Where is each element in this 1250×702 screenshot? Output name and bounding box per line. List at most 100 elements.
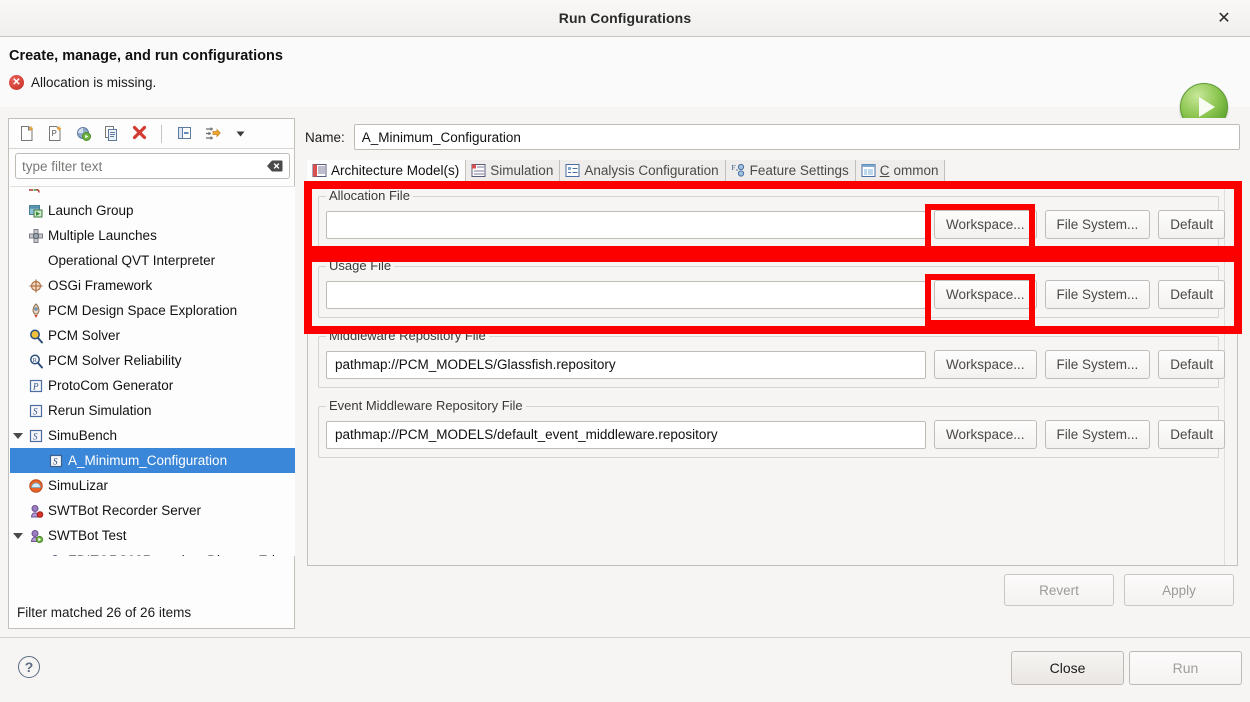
svg-text:P: P xyxy=(51,129,56,138)
group-title: Event Middleware Repository File xyxy=(326,398,526,413)
tab-label-mnemonic: C xyxy=(879,163,890,178)
list-item-label: PCM Design Space Exploration xyxy=(48,303,238,318)
usage-filesystem-button[interactable]: File System... xyxy=(1044,280,1151,309)
list-item[interactable] xyxy=(10,187,295,198)
allocation-filesystem-button[interactable]: File System... xyxy=(1044,210,1151,239)
protocom-p-icon: P xyxy=(26,378,46,394)
list-item[interactable]: SWTBot Test xyxy=(10,523,295,548)
middleware-default-button[interactable]: Default xyxy=(1158,350,1226,379)
name-label: Name: xyxy=(305,129,345,145)
event-middleware-default-button[interactable]: Default xyxy=(1158,420,1226,449)
list-item-label: PCM Solver Reliability xyxy=(48,353,182,368)
close-button[interactable]: Close xyxy=(1011,651,1124,685)
toolbar-separator xyxy=(161,124,162,143)
tab-label: Feature Settings xyxy=(749,163,849,178)
run-button[interactable]: Run xyxy=(1129,651,1242,685)
clipped-item-icon xyxy=(26,188,46,197)
allocation-default-button[interactable]: Default xyxy=(1158,210,1226,239)
chevron-down-icon[interactable] xyxy=(228,123,252,145)
list-item[interactable]: R PCM Solver Reliability xyxy=(10,348,295,373)
svg-text:P: P xyxy=(32,381,39,391)
list-item[interactable]: OSGi Framework xyxy=(10,273,295,298)
usage-workspace-button[interactable]: Workspace... xyxy=(934,280,1037,309)
middleware-filesystem-button[interactable]: File System... xyxy=(1044,350,1151,379)
list-item[interactable]: EDITORS98RepositoryDiagramEd xyxy=(10,548,295,556)
tab-feature-settings[interactable]: F Feature Settings xyxy=(725,160,856,181)
new-prototype-icon[interactable]: P xyxy=(43,123,67,145)
page-title: Create, manage, and run configurations xyxy=(9,48,283,64)
list-item[interactable]: Operational QVT Interpreter xyxy=(10,248,295,273)
tree-expander[interactable] xyxy=(10,532,26,539)
delete-icon[interactable] xyxy=(127,123,151,145)
event-middleware-filesystem-button[interactable]: File System... xyxy=(1044,420,1151,449)
list-item-label: SWTBot Test xyxy=(48,528,127,543)
vertical-scrollbar[interactable] xyxy=(1224,183,1236,565)
svg-text:S: S xyxy=(33,406,38,416)
usage-file-input[interactable] xyxy=(326,280,926,309)
filter-box[interactable] xyxy=(15,153,290,179)
list-item[interactable]: Launch Group xyxy=(10,198,295,223)
new-configuration-icon[interactable] xyxy=(15,123,39,145)
tab-label: ommon xyxy=(893,163,939,178)
simulation-tab-icon xyxy=(471,163,486,178)
dialog-footer: ? Close Run xyxy=(0,637,1250,702)
name-input[interactable]: A_Minimum_Configuration xyxy=(353,124,1240,150)
apply-button[interactable]: Apply xyxy=(1124,574,1234,606)
list-item[interactable]: PCM Solver xyxy=(10,323,295,348)
group-title: Allocation File xyxy=(326,188,413,203)
list-item[interactable]: PCM Design Space Exploration xyxy=(10,298,295,323)
list-item[interactable]: SimuLizar xyxy=(10,473,295,498)
filter-icon[interactable] xyxy=(200,123,224,145)
event-middleware-workspace-button[interactable]: Workspace... xyxy=(934,420,1037,449)
event-middleware-repository-input[interactable]: pathmap://PCM_MODELS/default_event_middl… xyxy=(326,420,926,449)
list-item[interactable]: SWTBot Recorder Server xyxy=(10,498,295,523)
group-title: Middleware Repository File xyxy=(326,328,489,343)
group-title: Usage File xyxy=(326,258,395,273)
status-row: ✕ Allocation is missing. xyxy=(9,75,156,90)
svg-text:R: R xyxy=(33,357,38,364)
collapse-all-icon[interactable] xyxy=(172,123,196,145)
list-item[interactable]: P ProtoCom Generator xyxy=(10,373,295,398)
list-item-label: SWTBot Recorder Server xyxy=(48,503,202,518)
swtbot-icon xyxy=(46,553,66,556)
svg-text:F: F xyxy=(731,163,735,172)
list-item-label: Operational QVT Interpreter xyxy=(48,253,216,268)
configurations-tree[interactable]: Launch Group Multiple Launches Operation… xyxy=(10,186,295,556)
magnifier-icon xyxy=(26,328,46,344)
list-item[interactable]: S Rerun Simulation xyxy=(10,398,295,423)
window-titlebar: Run Configurations ✕ xyxy=(0,0,1250,37)
window-title: Run Configurations xyxy=(558,10,692,26)
middleware-repository-file-group: Middleware Repository File pathmap://PCM… xyxy=(318,328,1226,388)
tab-common[interactable]: Common xyxy=(855,160,946,181)
list-item-label: EDITORS98RepositoryDiagramEd xyxy=(66,553,275,556)
name-row: Name: A_Minimum_Configuration xyxy=(305,124,1240,150)
configuration-editor: Name: A_Minimum_Configuration Architectu… xyxy=(303,118,1242,629)
list-item-label: SimuBench xyxy=(48,428,118,443)
list-item-label: PCM Solver xyxy=(48,328,121,343)
revert-button[interactable]: Revert xyxy=(1004,574,1114,606)
middleware-repository-input[interactable]: pathmap://PCM_MODELS/Glassfish.repositor… xyxy=(326,350,926,379)
list-item[interactable]: S SimuBench xyxy=(10,423,295,448)
allocation-file-input[interactable] xyxy=(326,210,926,239)
tree-expander[interactable] xyxy=(10,432,26,439)
launch-group-icon xyxy=(26,203,46,219)
configurations-toolbar: P xyxy=(9,119,294,149)
list-item[interactable]: Multiple Launches xyxy=(10,223,295,248)
usage-default-button[interactable]: Default xyxy=(1158,280,1226,309)
allocation-workspace-button[interactable]: Workspace... xyxy=(934,210,1037,239)
middleware-workspace-button[interactable]: Workspace... xyxy=(934,350,1037,379)
duplicate-icon[interactable] xyxy=(99,123,123,145)
close-icon[interactable]: ✕ xyxy=(1214,9,1234,29)
rocket-icon xyxy=(26,302,46,319)
search-input[interactable] xyxy=(16,155,262,177)
new-launch-group-icon[interactable] xyxy=(71,123,95,145)
list-item-selected[interactable]: S A_Minimum_Configuration xyxy=(10,448,295,473)
help-icon[interactable]: ? xyxy=(18,656,40,678)
tab-architecture-models[interactable]: Architecture Model(s) xyxy=(307,160,467,181)
tab-label: Simulation xyxy=(490,163,554,178)
tab-analysis-configuration[interactable]: Analysis Configuration xyxy=(560,160,726,181)
feature-settings-icon: F xyxy=(731,163,746,178)
tab-simulation[interactable]: Simulation xyxy=(466,160,561,181)
simulation-s-icon: S xyxy=(26,428,46,444)
clear-filter-icon[interactable] xyxy=(262,155,286,177)
